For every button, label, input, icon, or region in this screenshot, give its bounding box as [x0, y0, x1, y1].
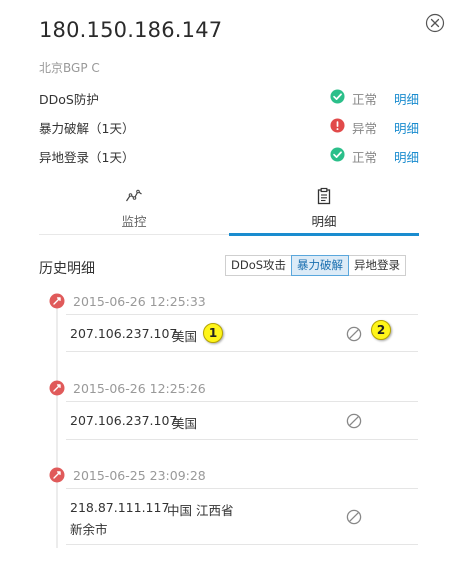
- attack-marker-icon: [49, 293, 65, 309]
- status-row-remote-login: 异地登录（1天） 正常 明细: [39, 145, 419, 165]
- attack-marker-icon: [49, 380, 65, 396]
- status-detail-link[interactable]: 明细: [394, 118, 419, 137]
- timeline-line: [56, 300, 58, 548]
- event-card: 218.87.111.117 中国 江西省 新余市: [66, 488, 418, 545]
- status-state: 异常: [352, 121, 378, 136]
- tab-detail[interactable]: 明细: [229, 183, 419, 236]
- event-ip: 207.106.237.107: [70, 413, 178, 428]
- status-detail-link[interactable]: 明细: [394, 147, 419, 166]
- ip-address-title: 180.150.186.147: [39, 18, 223, 42]
- event-time: 2015-06-26 12:25:26: [73, 381, 206, 396]
- status-label: 异地登录（1天）: [39, 150, 135, 165]
- event-time: 2015-06-25 23:09:28: [73, 468, 206, 483]
- ip-detail-panel: 180.150.186.147 北京BGP C DDoS防护 正常 明细 暴力破…: [0, 0, 458, 566]
- check-circle-icon: [330, 147, 345, 162]
- event-location-line2: 新余市: [70, 522, 108, 537]
- annotation-marker-2: 2: [371, 320, 391, 340]
- event-time: 2015-06-26 12:25:33: [73, 294, 206, 309]
- event-location: 中国 江西省: [167, 503, 234, 518]
- line-chart-icon: [126, 189, 142, 202]
- alert-circle-icon: [330, 118, 345, 133]
- filter-brute-force-button[interactable]: 暴力破解: [291, 255, 350, 276]
- event-location: 美国: [172, 329, 198, 344]
- status-row-brute-force: 暴力破解（1天） 异常 明细: [39, 116, 419, 136]
- history-title: 历史明细: [39, 261, 95, 277]
- event-ip: 207.106.237.107: [70, 326, 178, 341]
- close-icon[interactable]: [425, 13, 445, 33]
- tab-label: 明细: [311, 214, 337, 229]
- block-icon[interactable]: [346, 413, 362, 429]
- status-state: 正常: [352, 92, 378, 107]
- filter-ddos-button[interactable]: DDoS攻击: [225, 255, 293, 276]
- attack-marker-icon: [49, 467, 65, 483]
- tab-label: 监控: [121, 214, 147, 229]
- event-card: 207.106.237.107 美国: [66, 314, 418, 352]
- active-tab-indicator: [229, 233, 419, 236]
- event-card: 207.106.237.107 美国: [66, 401, 418, 440]
- event-location: 美国: [172, 416, 198, 431]
- tab-monitor[interactable]: 监控: [39, 183, 229, 236]
- event-ip: 218.87.111.117: [70, 500, 170, 515]
- annotation-marker-1: 1: [203, 323, 223, 343]
- status-label: DDoS防护: [39, 92, 99, 107]
- status-state: 正常: [352, 150, 378, 165]
- filter-remote-login-button[interactable]: 异地登录: [348, 255, 407, 276]
- view-tabs: 监控 明细: [39, 183, 419, 238]
- status-detail-link[interactable]: 明细: [394, 89, 419, 108]
- block-icon[interactable]: [346, 509, 362, 525]
- status-label: 暴力破解（1天）: [39, 121, 135, 136]
- server-location-subtitle: 北京BGP C: [39, 61, 100, 75]
- block-icon[interactable]: [346, 326, 362, 342]
- history-filter-group: DDoS攻击 暴力破解 异地登录: [225, 255, 407, 276]
- clipboard-icon: [317, 187, 331, 205]
- check-circle-icon: [330, 89, 345, 104]
- status-row-ddos: DDoS防护 正常 明细: [39, 87, 419, 107]
